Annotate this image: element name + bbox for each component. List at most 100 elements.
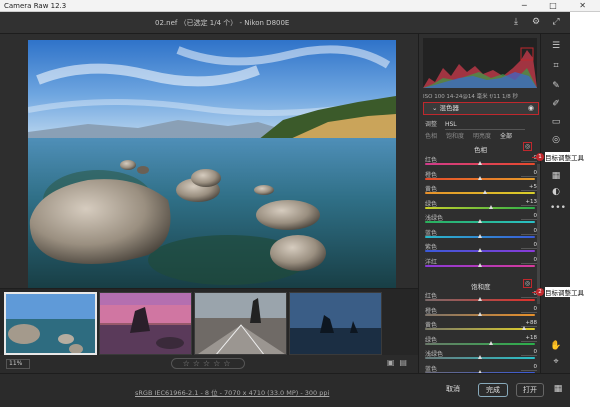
slider-value[interactable]: 0 (521, 349, 537, 356)
mixer-subtabs: 色相 饱和度 明亮度 全部 (425, 131, 521, 140)
slider-thumb[interactable] (483, 190, 487, 194)
save-icon[interactable]: ⤓ (510, 16, 522, 28)
eyedropper-icon[interactable]: ⌖ (550, 356, 562, 368)
rating-stars[interactable]: ☆☆☆☆☆ (171, 358, 245, 369)
slider-thumb[interactable] (477, 311, 482, 316)
filmstrip-thumb[interactable] (194, 292, 287, 355)
hand-icon[interactable]: ✋ (550, 340, 562, 352)
slider-track[interactable] (425, 328, 535, 330)
slider-row[interactable]: 橙色 0 (425, 170, 537, 182)
edit-panel: ISO 100 14-24@14 毫米 f/11 1/8 秒 ⌄ 混色器 ◉ 调… (418, 34, 540, 374)
adjust-label: 调整 (425, 121, 438, 128)
mixer-subtab[interactable]: 全部 (500, 133, 512, 140)
mixer-subtab[interactable]: 色相 (425, 133, 437, 140)
healing-brush-icon[interactable]: ✎ (550, 80, 562, 92)
slider-row[interactable]: 浅绿色 0 (425, 213, 537, 225)
targeted-adjust-tool-icon[interactable]: ◎ (523, 142, 532, 151)
slider-track[interactable] (425, 192, 535, 194)
sat-group-title: 饱和度 (471, 283, 491, 291)
zoom-level[interactable]: 11% (6, 359, 30, 369)
crop-icon[interactable]: ⌗ (550, 60, 562, 72)
slider-value[interactable]: 0 (521, 228, 537, 235)
slider-thumb[interactable] (488, 204, 493, 209)
visibility-eye-icon[interactable]: ◉ (528, 103, 534, 114)
callout-text: 目标调整工具 (545, 152, 584, 162)
color-mixer-title: 混色器 (439, 104, 460, 112)
exif-info: ISO 100 14-24@14 毫米 f/11 1/8 秒 (423, 94, 519, 100)
slider-track[interactable] (425, 206, 535, 209)
hue-group-title: 色相 (474, 146, 487, 154)
slider-value[interactable]: 0 (521, 242, 537, 249)
slider-value[interactable]: 0 (521, 364, 537, 371)
slider-thumb[interactable] (477, 161, 482, 165)
slider-value[interactable]: +13 (521, 199, 537, 206)
slider-thumb[interactable] (477, 297, 482, 301)
mixer-subtab[interactable]: 明亮度 (473, 133, 491, 140)
slider-track[interactable] (425, 342, 535, 345)
slider-row[interactable]: 浅绿色 0 (425, 349, 537, 361)
slider-value[interactable]: 0 (521, 213, 537, 220)
graduated-filter-icon[interactable]: ▭ (550, 116, 562, 128)
slider-thumb[interactable] (477, 248, 482, 252)
filmstrip-thumb[interactable] (4, 292, 97, 355)
view-mode-icons[interactable]: ▣▤ (387, 358, 412, 367)
slider-row[interactable]: 绿色 +18 (425, 335, 537, 347)
adjustment-brush-icon[interactable]: ✐ (550, 98, 562, 110)
slider-thumb[interactable] (477, 355, 482, 359)
image-meta-link[interactable]: sRGB IEC61966-2.1 - 8 位 - 7070 x 4710 (3… (135, 387, 329, 397)
callout-badge: 1 (536, 153, 544, 161)
slider-value[interactable]: 0 (521, 170, 537, 177)
slider-row[interactable]: 橙色 0 (425, 306, 537, 318)
collapse-chevron-icon[interactable]: ⌄ (432, 104, 440, 112)
slider-thumb[interactable] (477, 175, 482, 180)
grid-icon[interactable]: ▦ (552, 383, 564, 395)
slider-value[interactable]: 0 (521, 257, 537, 264)
slider-row[interactable]: 蓝色 0 (425, 228, 537, 240)
filmstrip-thumb[interactable] (99, 292, 192, 355)
callout-badge: 2 (536, 288, 544, 296)
main-photo[interactable] (28, 40, 396, 292)
color-mixer-header[interactable]: ⌄ 混色器 ◉ (423, 102, 539, 115)
more-icon[interactable]: ••• (550, 202, 566, 214)
slider-value[interactable]: +5 (521, 184, 537, 191)
slider-thumb[interactable] (521, 326, 526, 330)
tool-strip: ☰ ⌗ ✎ ✐ ▭ ◎ ◉ ▦ ◐ ••• ✋ ⌖ (540, 34, 570, 373)
adjust-select[interactable]: HSL (444, 121, 525, 130)
histogram (423, 38, 537, 88)
slider-value[interactable]: +18 (521, 335, 537, 342)
mixer-subtab[interactable]: 饱和度 (446, 133, 464, 140)
slider-value[interactable]: 0 (521, 306, 537, 313)
cancel-button[interactable]: 取消 (440, 383, 466, 397)
slider-row[interactable]: 黄色 +88 (425, 320, 537, 332)
window-titlebar: Camera Raw 12.3 ─ □ ✕ (0, 0, 600, 12)
slider-row[interactable]: 紫色 0 (425, 242, 537, 254)
window-title: Camera Raw 12.3 (4, 2, 67, 10)
slider-thumb[interactable] (477, 233, 482, 238)
open-button[interactable]: 打开 (516, 383, 544, 397)
done-button[interactable]: 完成 (478, 383, 508, 397)
gear-icon[interactable]: ⚙ (530, 16, 542, 28)
filmstrip-thumb[interactable] (289, 292, 382, 355)
edit-sliders-icon[interactable]: ☰ (550, 40, 562, 52)
adjust-row: 调整 HSL (425, 119, 525, 130)
slider-row[interactable]: 红色0 (425, 291, 537, 303)
radial-filter-icon[interactable]: ◎ (550, 134, 562, 146)
slider-row[interactable]: 黄色 +5 (425, 184, 537, 196)
window-controls[interactable]: ─ □ ✕ (522, 1, 596, 10)
callout-text: 目标调整工具 (545, 287, 584, 297)
fullscreen-icon[interactable]: ⤢ (550, 16, 562, 28)
camera-raw-window: 02.nef （已选定 1/4 个） - Nikon D800E ⤓ ⚙ ⤢ 1… (0, 12, 570, 407)
file-info: 02.nef （已选定 1/4 个） - Nikon D800E (155, 19, 290, 27)
presets-icon[interactable]: ◐ (550, 186, 562, 198)
footer-bar: sRGB IEC61966-2.1 - 8 位 - 7070 x 4710 (3… (0, 373, 570, 407)
slider-row[interactable]: 绿色 +13 (425, 199, 537, 211)
targeted-adjust-tool-icon[interactable]: ◎ (523, 279, 532, 288)
status-bar: 11% ☆☆☆☆☆ ▣▤ (0, 355, 418, 373)
slider-row[interactable]: 红色0 (425, 155, 537, 167)
slider-thumb[interactable] (477, 262, 482, 267)
slider-row[interactable]: 洋红 0 (425, 257, 537, 269)
snapshots-icon[interactable]: ▦ (550, 170, 562, 182)
slider-thumb[interactable] (488, 340, 493, 345)
image-preview-area (0, 34, 418, 300)
slider-thumb[interactable] (477, 219, 482, 223)
